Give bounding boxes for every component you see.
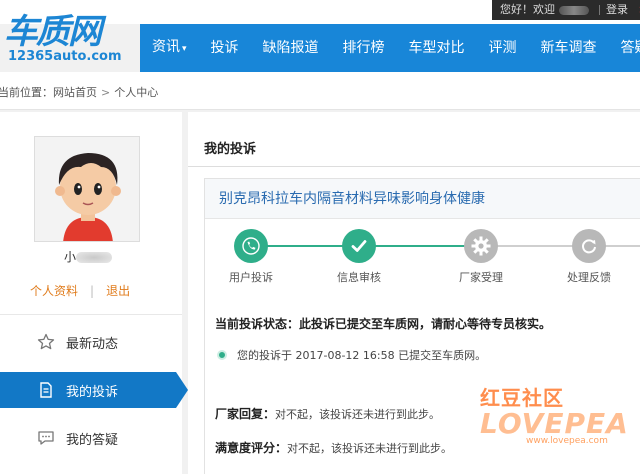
logo-text: 车质网 (4, 12, 102, 52)
sidebar-item-label: 我的答疑 (66, 432, 119, 448)
satisfaction-label: 满意度评分： (215, 441, 288, 455)
factory-reply-text: 对不起，该投诉还未进行到此步。 (275, 408, 441, 421)
sidebar-item-latest[interactable]: 最新动态 (0, 324, 182, 360)
timeline-dot (217, 350, 227, 360)
step-info-review: 信息审核 (319, 229, 399, 285)
profile-link[interactable]: 个人资料 (30, 284, 78, 298)
status-label: 当前投诉状态： (215, 317, 300, 331)
divider (599, 5, 600, 15)
chevron-down-icon: ▾ (182, 44, 187, 54)
greeting-text: 您好！欢迎 (500, 3, 555, 16)
nav-item-survey[interactable]: 新车调查 (529, 24, 609, 72)
complaint-status: 当前投诉状态：此投诉已提交至车质网，请耐心等待专员核实。 (215, 315, 551, 332)
user-links: 个人资料 | 退出 (30, 282, 160, 299)
factory-reply-label: 厂家回复： (215, 407, 276, 421)
nav-item-reviews[interactable]: 评测 (477, 24, 529, 72)
breadcrumb-prefix: 当前位置： (0, 86, 53, 99)
step-label: 厂家受理 (459, 271, 503, 284)
blurred-username (559, 5, 589, 15)
site-logo[interactable]: 车质网 12365auto.com (4, 14, 134, 70)
step-label: 信息审核 (337, 271, 381, 284)
sidebar-item-label: 我的投诉 (66, 384, 119, 400)
breadcrumb-bar: 当前位置：网站首页 > 个人中心 (0, 72, 640, 110)
timeline-entry: 您的投诉于 2017-08-12 16:58 已提交至车质网。 (217, 347, 486, 363)
step-factory-accept: 厂家受理 (441, 229, 521, 285)
gear-icon (464, 229, 498, 263)
login-link[interactable]: 登录 (606, 3, 628, 16)
logout-link[interactable]: 退出 (106, 284, 130, 298)
progress-steps: 用户投诉 信息审核 厂家受理 处理反馈 (205, 223, 640, 285)
page-title: 我的投诉 (204, 142, 257, 157)
logo-url: 12365auto.com (8, 49, 122, 64)
nav-item-defects[interactable]: 缺陷报道 (251, 24, 331, 72)
step-user-complaint: 用户投诉 (211, 229, 291, 285)
blurred-username (76, 252, 113, 263)
nav-item-complaints[interactable]: 投诉 (199, 24, 251, 72)
refresh-icon (572, 229, 606, 263)
title-divider (188, 166, 640, 167)
sidebar-item-label: 最新动态 (66, 336, 119, 352)
nav-label: 资讯 (152, 39, 180, 55)
phone-icon (234, 229, 268, 263)
satisfaction-text: 对不起，该投诉还未进行到此步。 (287, 442, 453, 455)
step-label: 处理反馈 (567, 271, 611, 284)
user-greeting-bar: 您好！欢迎登录× (492, 0, 640, 20)
breadcrumb-current: 个人中心 (114, 86, 159, 99)
watermark: 红豆社区 LOVEPEA www.lovepea.com (480, 382, 640, 474)
status-text: 此投诉已提交至车质网，请耐心等待专员核实。 (299, 317, 552, 331)
avatar[interactable] (34, 136, 140, 242)
watermark-url: www.lovepea.com (526, 436, 608, 446)
check-icon (342, 229, 376, 263)
chat-icon (36, 428, 56, 448)
nav-item-rankings[interactable]: 排行榜 (331, 24, 397, 72)
timeline-text: 您的投诉于 2017-08-12 16:58 已提交至车质网。 (237, 349, 487, 362)
sidebar-item-my-complaints[interactable]: 我的投诉 (0, 372, 188, 408)
step-feedback: 处理反馈 (549, 229, 629, 285)
breadcrumb: 当前位置：网站首页 > 个人中心 (0, 84, 158, 100)
sidebar-item-my-qa[interactable]: 我的答疑 (0, 420, 182, 456)
main-nav: 资讯▾ 投诉 缺陷报道 排行榜 车型对比 评测 新车调查 答疑 (140, 24, 640, 72)
username-prefix: 小 (64, 250, 77, 264)
factory-reply: 厂家回复：对不起，该投诉还未进行到此步。 (215, 405, 440, 422)
nav-item-qa[interactable]: 答疑 (609, 24, 640, 72)
username: 小 (64, 248, 124, 264)
star-icon (36, 332, 56, 352)
satisfaction-score: 满意度评分：对不起，该投诉还未进行到此步。 (215, 439, 452, 456)
complaint-title[interactable]: 别克昂科拉车内隔音材料异味影响身体健康 (205, 179, 640, 219)
nav-item-news[interactable]: 资讯 ▾ (140, 23, 199, 73)
sidebar: 小 个人资料 | 退出 最新动态 我的投诉 我的答疑 (0, 112, 188, 474)
document-icon (36, 380, 56, 400)
sidebar-divider (0, 314, 182, 315)
nav-item-compare[interactable]: 车型对比 (397, 24, 477, 72)
breadcrumb-separator: > (101, 86, 111, 99)
link-separator: | (90, 284, 95, 298)
step-label: 用户投诉 (229, 271, 273, 284)
breadcrumb-home[interactable]: 网站首页 (53, 86, 97, 99)
